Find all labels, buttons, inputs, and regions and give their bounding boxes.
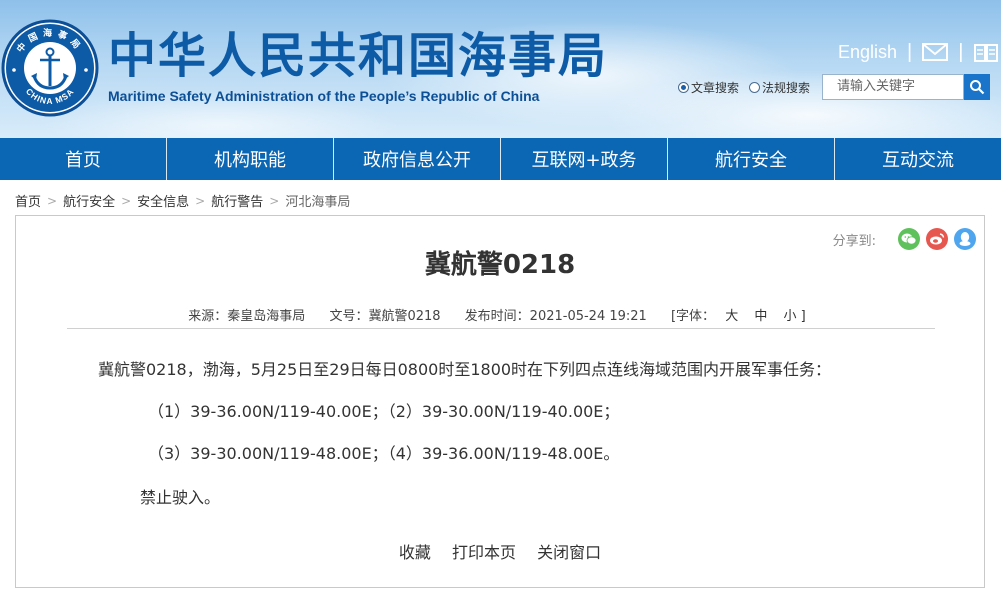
article-meta: 来源：秦皇岛海事局 文号：冀航警0218 发布时间：2021-05-24 19:… <box>16 305 984 324</box>
link-separator: | <box>907 40 913 63</box>
site-subtitle: Maritime Safety Administration of the Pe… <box>108 88 540 104</box>
nav-item-interaction[interactable]: 互动交流 <box>835 138 1001 180</box>
font-label: [字体： <box>670 309 716 324</box>
font-small-link[interactable]: 小 ] <box>784 309 806 324</box>
font-large-link[interactable]: 大 <box>725 309 738 324</box>
radio-regulation-search[interactable]: 法规搜索 <box>749 79 810 96</box>
search-icon <box>970 80 985 95</box>
article-paragraph: （3）39-30.00N/119-48.00E；（4）39-36.00N/119… <box>148 444 620 463</box>
meta-divider <box>67 328 935 329</box>
breadcrumb-separator: > <box>195 193 206 208</box>
site-header: 中国海事局 CHINA MSA 中华人民共和国海事局 Maritime Safe… <box>0 0 1001 138</box>
radio-label: 文章搜索 <box>691 80 740 95</box>
font-size-control: [字体： 大 中 小 ] <box>671 309 812 324</box>
article-paragraph: （1）39-36.00N/119-40.00E；（2）39-30.00N/119… <box>148 402 620 421</box>
breadcrumb: 首页 > 航行安全 > 安全信息 > 航行警告 > 河北海事局 <box>15 191 350 211</box>
breadcrumb-separator: > <box>121 193 132 208</box>
article-container: 分享到: 冀航警0218 来源：秦皇岛海事局 文号：冀航警0218 发布时间：2… <box>15 215 985 588</box>
book-icon[interactable] <box>973 42 999 62</box>
nav-item-functions[interactable]: 机构职能 <box>167 138 334 180</box>
article-paragraph: 禁止驶入。 <box>140 488 221 507</box>
breadcrumb-item[interactable]: 首页 <box>15 191 41 210</box>
article-paragraph: 冀航警0218，渤海，5月25日至29日每日0800时至1800时在下列四点连线… <box>98 360 832 379</box>
breadcrumb-item-current[interactable]: 河北海事局 <box>285 191 350 210</box>
radio-button-checked[interactable] <box>678 81 689 93</box>
english-link[interactable]: English <box>838 42 897 63</box>
nav-item-nav-safety[interactable]: 航行安全 <box>668 138 835 180</box>
search-input[interactable]: 请输入关键字 <box>822 74 965 100</box>
breadcrumb-item[interactable]: 航行警告 <box>211 191 263 210</box>
mail-icon[interactable] <box>922 42 949 62</box>
meta-doc-number: 文号：冀航警0218 <box>329 309 441 324</box>
favorite-link[interactable]: 收藏 <box>399 543 431 562</box>
font-medium-link[interactable]: 中 <box>754 309 767 324</box>
close-window-link[interactable]: 关闭窗口 <box>537 543 601 562</box>
print-link[interactable]: 打印本页 <box>452 543 516 562</box>
search-button[interactable] <box>964 74 991 100</box>
radio-label: 法规搜索 <box>762 80 811 95</box>
nav-item-home[interactable]: 首页 <box>0 138 167 180</box>
radio-button[interactable] <box>749 81 761 93</box>
top-links: English | | <box>838 40 999 64</box>
msa-emblem-icon[interactable]: 中国海事局 CHINA MSA <box>0 18 100 118</box>
site-title: 中华人民共和国海事局 <box>108 28 609 84</box>
meta-publish-time: 发布时间：2021-05-24 19:21 <box>464 309 647 324</box>
search-area: 文章搜索 法规搜索 请输入关键字 <box>678 74 991 100</box>
breadcrumb-separator: > <box>269 193 280 208</box>
breadcrumb-separator: > <box>47 193 58 208</box>
breadcrumb-item[interactable]: 安全信息 <box>137 191 189 210</box>
breadcrumb-item[interactable]: 航行安全 <box>63 191 115 210</box>
radio-article-search[interactable]: 文章搜索 <box>678 79 739 96</box>
link-separator: | <box>958 40 964 63</box>
meta-source: 来源：秦皇岛海事局 <box>188 309 306 324</box>
nav-item-gov-info[interactable]: 政府信息公开 <box>334 138 501 180</box>
main-nav: 首页 机构职能 政府信息公开 互联网+政务 航行安全 互动交流 <box>0 138 1001 180</box>
article-actions: 收藏 打印本页 关闭窗口 <box>16 539 984 563</box>
article-title: 冀航警0218 <box>424 250 576 280</box>
nav-item-internet-gov[interactable]: 互联网+政务 <box>501 138 668 180</box>
